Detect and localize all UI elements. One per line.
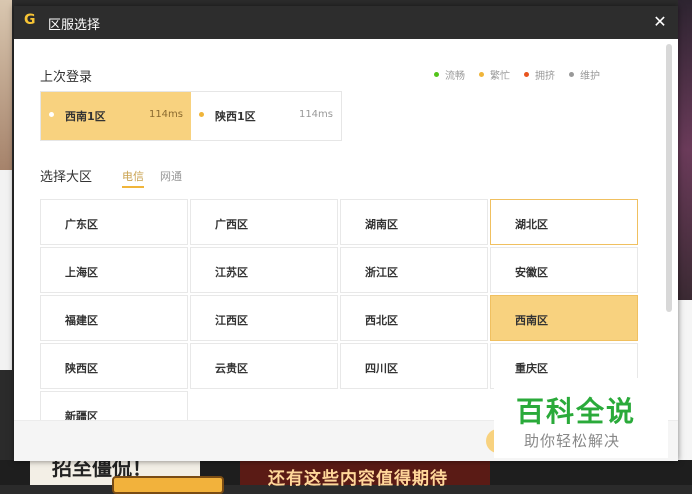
region-cell[interactable]: 西北区	[340, 295, 488, 341]
region-cell[interactable]: 陕西区	[40, 343, 188, 389]
region-cell[interactable]: 江苏区	[190, 247, 338, 293]
region-cell[interactable]: 广东区	[40, 199, 188, 245]
region-cell[interactable]: 广西区	[190, 199, 338, 245]
region-cell[interactable]: 江西区	[190, 295, 338, 341]
select-region-label: 选择大区	[40, 170, 93, 185]
region-cell[interactable]: 湖北区	[490, 199, 638, 245]
recent-server-card[interactable]: 陕西1区 114ms	[191, 92, 341, 140]
background-banner-mid-text: 还有这些内容值得期待	[268, 469, 448, 489]
background-banner-button	[112, 476, 224, 494]
region-label: 上海区	[65, 266, 98, 279]
status-dot-icon	[479, 71, 484, 77]
status-dot-icon	[569, 71, 574, 77]
region-label: 湖北区	[515, 218, 548, 231]
watermark-title: 百科全说	[516, 395, 637, 428]
region-label: 湖南区	[365, 218, 398, 231]
background-panel-left	[0, 170, 12, 370]
background-image-right	[678, 0, 692, 300]
region-label: 浙江区	[365, 266, 398, 279]
legend-item-busy: 繁忙	[479, 66, 510, 82]
watermark-subtitle: 助你轻松解决	[524, 432, 621, 450]
region-cell[interactable]: 云贵区	[190, 343, 338, 389]
tab-unicom[interactable]: 网通	[160, 168, 182, 184]
region-cell[interactable]: 上海区	[40, 247, 188, 293]
status-dot-icon	[199, 112, 204, 117]
legend-label: 繁忙	[490, 70, 510, 82]
last-login-label: 上次登录	[40, 70, 93, 85]
region-label: 江西区	[215, 314, 248, 327]
region-label: 广东区	[65, 218, 98, 231]
region-label: 西北区	[365, 314, 398, 327]
status-legend: 流畅 繁忙 拥挤 维护	[434, 66, 600, 82]
recent-server-card[interactable]: 西南1区 114ms	[41, 92, 191, 140]
legend-label: 拥挤	[535, 70, 555, 82]
watermark: 百科全说 助你轻松解决	[494, 378, 668, 458]
region-label: 福建区	[65, 314, 98, 327]
region-label: 江苏区	[215, 266, 248, 279]
recent-server-name: 西南1区	[65, 110, 106, 123]
region-cell[interactable]: 四川区	[340, 343, 488, 389]
background-image-left	[0, 0, 12, 170]
region-label: 陕西区	[65, 362, 98, 375]
status-dot-icon	[49, 112, 54, 117]
region-cell[interactable]: 安徽区	[490, 247, 638, 293]
dialog-title: 区服选择	[48, 18, 101, 33]
legend-label: 维护	[580, 70, 600, 82]
background-panel-right	[678, 300, 692, 485]
region-label: 重庆区	[515, 362, 548, 375]
region-label: 安徽区	[515, 266, 548, 279]
scrollbar-thumb[interactable]	[666, 44, 672, 312]
recent-server-name: 陕西1区	[215, 110, 256, 123]
recent-servers: 西南1区 114ms 陕西1区 114ms	[40, 91, 342, 141]
region-label: 西南区	[515, 314, 548, 327]
status-dot-icon	[434, 71, 439, 77]
status-dot-icon	[524, 71, 529, 77]
close-button[interactable]: ✕	[650, 11, 670, 33]
region-cell[interactable]: 福建区	[40, 295, 188, 341]
legend-label: 流畅	[445, 70, 465, 82]
region-cell[interactable]: 西南区	[490, 295, 638, 341]
title-bar: G 区服选择 ✕	[14, 6, 678, 39]
app-logo-icon: G	[24, 12, 36, 28]
legend-item-crowded: 拥挤	[524, 66, 555, 82]
region-label: 云贵区	[215, 362, 248, 375]
region-cell[interactable]: 浙江区	[340, 247, 488, 293]
recent-server-ping: 114ms	[148, 109, 183, 120]
region-label: 广西区	[215, 218, 248, 231]
tab-telecom[interactable]: 电信	[122, 168, 144, 188]
region-label: 四川区	[365, 362, 398, 375]
recent-server-ping: 114ms	[298, 109, 333, 120]
legend-item-smooth: 流畅	[434, 66, 465, 82]
legend-item-maintenance: 维护	[569, 66, 600, 82]
region-cell[interactable]: 湖南区	[340, 199, 488, 245]
